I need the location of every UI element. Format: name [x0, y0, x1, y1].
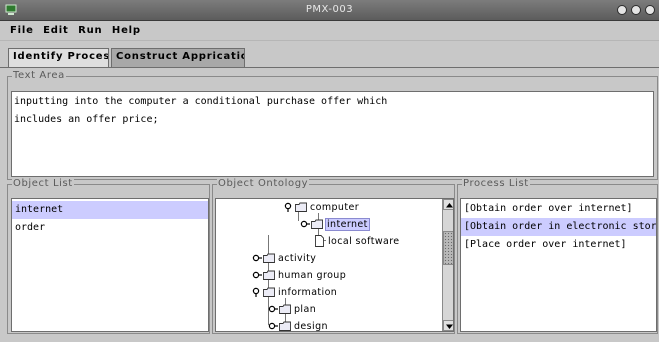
close-button[interactable]: [645, 5, 655, 15]
object-list-item-order[interactable]: order: [12, 219, 208, 237]
tree-node-computer[interactable]: computer: [284, 199, 360, 215]
tree-node-human-group[interactable]: human group: [252, 267, 347, 283]
text-area-legend: Text Area: [12, 70, 66, 81]
tree-node-activity[interactable]: activity: [252, 250, 317, 266]
menu-edit[interactable]: Edit: [40, 21, 71, 36]
object-list-panel: Object List internet order: [7, 178, 210, 334]
process-list-item[interactable]: [Place order over internet]: [461, 236, 656, 254]
arrow-down-icon: [446, 324, 453, 329]
object-list-legend: Object List: [12, 178, 74, 189]
tree-node-label: human group: [278, 269, 347, 281]
menu-run[interactable]: Run: [75, 21, 105, 36]
tree-node-design[interactable]: design: [268, 318, 329, 332]
collapsed-handle-icon[interactable]: [252, 253, 262, 263]
folder-icon: [263, 270, 275, 280]
menu-bar: File Edit Run Help: [0, 21, 659, 41]
tab-identify-process[interactable]: Identify Process: [8, 48, 109, 67]
tree-node-internet[interactable]: internet: [300, 216, 370, 232]
tree-node-label: information: [278, 286, 338, 298]
tree-node-local-software[interactable]: local software: [315, 233, 401, 249]
folder-icon: [263, 287, 275, 297]
tree-node-information[interactable]: information: [252, 284, 338, 300]
tree-node-label: internet: [325, 217, 370, 231]
collapsed-handle-icon[interactable]: [252, 270, 262, 280]
tree-node-label: activity: [278, 252, 317, 264]
process-list-item[interactable]: [Obtain order over internet]: [461, 200, 656, 218]
process-list: [Obtain order over internet] [Obtain ord…: [460, 198, 657, 332]
process-list-item[interactable]: [Obtain order in electronic store]: [461, 218, 656, 236]
ontology-tree: computer internet local software activit…: [215, 198, 454, 332]
tab-divider: [0, 67, 659, 68]
menu-file[interactable]: File: [7, 21, 37, 36]
scroll-thumb[interactable]: [443, 231, 453, 265]
ontology-scrollbar[interactable]: [442, 199, 453, 331]
folder-icon: [263, 253, 275, 263]
folder-icon: [295, 202, 307, 212]
scroll-down-button[interactable]: [443, 320, 453, 331]
object-ontology-panel: Object Ontology computer internet local …: [212, 178, 455, 334]
tab-construct-application[interactable]: Construct Apprication: [111, 48, 245, 67]
object-ontology-legend: Object Ontology: [217, 178, 310, 189]
tree-node-label: design: [294, 320, 328, 332]
text-line: inputting into the computer a conditiona…: [14, 96, 388, 107]
collapsed-handle-icon[interactable]: [268, 321, 278, 331]
expanded-handle-icon[interactable]: [252, 287, 262, 297]
scroll-up-button[interactable]: [443, 199, 453, 210]
minimize-button[interactable]: [617, 5, 627, 15]
process-list-panel: Process List [Obtain order over internet…: [457, 178, 658, 334]
document-icon: [315, 235, 324, 247]
text-area[interactable]: inputting into the computer a conditiona…: [11, 91, 654, 177]
folder-icon: [279, 304, 291, 314]
tree-node-label: computer: [310, 201, 360, 213]
text-line: includes an offer price;: [14, 114, 159, 125]
collapsed-handle-icon[interactable]: [300, 219, 310, 229]
process-list-legend: Process List: [462, 178, 530, 189]
object-list: internet order: [11, 198, 209, 332]
object-list-item-internet[interactable]: internet: [12, 201, 208, 219]
arrow-up-icon: [446, 203, 453, 208]
expanded-handle-icon[interactable]: [284, 202, 294, 212]
tree-node-label: local software: [328, 235, 400, 247]
window-title: PMX-003: [305, 4, 354, 15]
text-area-panel: Text Area inputting into the computer a …: [7, 70, 658, 180]
title-bar: PMX-003: [0, 0, 659, 21]
tree-node-plan[interactable]: plan: [268, 301, 317, 317]
tree-node-label: plan: [294, 303, 317, 315]
menu-help[interactable]: Help: [109, 21, 144, 36]
folder-icon: [279, 321, 291, 331]
folder-icon: [311, 219, 323, 229]
maximize-button[interactable]: [631, 5, 641, 15]
collapsed-handle-icon[interactable]: [268, 304, 278, 314]
